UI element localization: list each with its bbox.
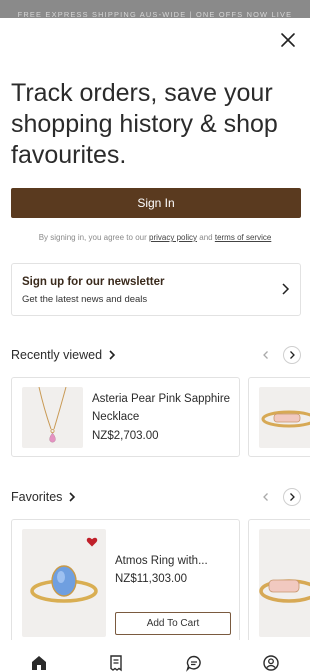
newsletter-signup-card[interactable]: Sign up for our newsletter Get the lates… xyxy=(11,263,301,316)
recently-viewed-heading[interactable]: Recently viewed xyxy=(11,348,116,362)
heart-icon[interactable] xyxy=(86,536,98,548)
bottom-nav-bar xyxy=(0,640,310,672)
chevron-left-icon xyxy=(263,493,268,501)
close-button[interactable] xyxy=(278,30,298,50)
pear-pendant-necklace-image xyxy=(38,387,67,443)
carousel-prev-button[interactable] xyxy=(257,488,275,506)
product-price: NZ$11,303.00 xyxy=(115,573,188,585)
recently-viewed-carousel-nav xyxy=(257,346,301,364)
chevron-right-icon xyxy=(282,283,290,295)
chevron-right-icon xyxy=(69,492,76,502)
chat-icon xyxy=(185,655,201,672)
add-to-cart-button[interactable]: Add To Cart xyxy=(115,612,231,635)
favorites-carousel-nav xyxy=(257,488,301,506)
receipt-icon xyxy=(110,655,122,672)
product-price: NZ$2,703.00 xyxy=(92,430,159,442)
product-card-partial[interactable] xyxy=(248,377,310,457)
product-image xyxy=(22,387,83,448)
product-card[interactable]: Asteria Pear Pink Sapphire Necklace NZ$2… xyxy=(11,377,240,457)
recently-viewed-title: Recently viewed xyxy=(11,348,103,362)
account-sheet: Track orders, save your shopping history… xyxy=(0,18,310,672)
page-title: Track orders, save your shopping history… xyxy=(11,79,278,169)
carousel-next-button[interactable] xyxy=(283,346,301,364)
account-icon xyxy=(263,655,279,671)
nav-home[interactable] xyxy=(29,654,49,672)
favorites-heading[interactable]: Favorites xyxy=(11,490,76,504)
chevron-right-icon xyxy=(290,351,295,359)
close-icon xyxy=(281,33,295,47)
product-image xyxy=(259,387,310,448)
chevron-right-icon xyxy=(109,350,116,360)
terms-of-service-link[interactable]: terms of service xyxy=(215,233,271,242)
favorite-product-card[interactable]: Atmos Ring with... NZ$11,303.00 Add To C… xyxy=(11,519,240,649)
favorite-product-card-partial[interactable] xyxy=(248,519,310,649)
home-icon xyxy=(31,656,46,670)
nav-chat[interactable] xyxy=(184,654,204,672)
newsletter-title: Sign up for our newsletter xyxy=(22,276,165,288)
terms-and: and xyxy=(199,233,213,242)
pink-stone-ring-image xyxy=(261,410,310,428)
terms-text: By signing in, you agree to our privacy … xyxy=(0,233,310,242)
nav-account[interactable] xyxy=(261,654,281,672)
chevron-right-icon xyxy=(290,493,295,501)
product-name: Asteria Pear Pink Sapphire Necklace xyxy=(92,393,231,423)
nav-orders[interactable] xyxy=(106,654,126,672)
product-name: Atmos Ring with... xyxy=(115,555,208,567)
privacy-policy-link[interactable]: privacy policy xyxy=(149,233,197,242)
sign-in-button[interactable]: Sign In xyxy=(11,188,301,218)
carousel-next-button[interactable] xyxy=(283,488,301,506)
newsletter-subtitle: Get the latest news and deals xyxy=(22,294,148,305)
terms-prefix: By signing in, you agree to our xyxy=(38,233,147,242)
product-image xyxy=(259,529,310,637)
favorites-title: Favorites xyxy=(11,490,63,504)
pink-stone-ring-image xyxy=(259,579,310,603)
chevron-left-icon xyxy=(263,351,268,359)
announcement-bar: FREE EXPRESS SHIPPING AUS-WIDE | ONE OFF… xyxy=(0,0,310,18)
carousel-prev-button[interactable] xyxy=(257,346,275,364)
